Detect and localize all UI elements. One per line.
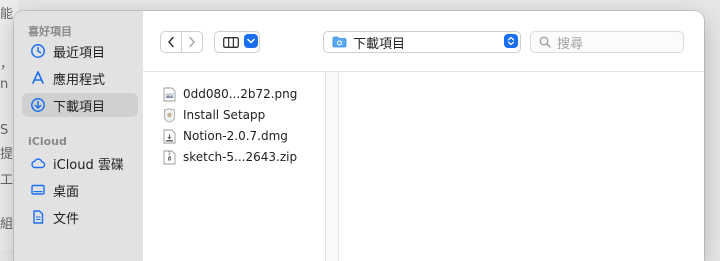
search-icon xyxy=(539,36,551,48)
image-file-icon xyxy=(163,87,176,101)
back-button[interactable] xyxy=(160,31,182,53)
background-text: 工 xyxy=(0,173,14,188)
favorites-section-title: 喜好項目 xyxy=(28,25,72,38)
sidebar-item-desktop[interactable]: 桌面 xyxy=(22,178,138,202)
view-mode-dropdown[interactable] xyxy=(244,34,258,48)
search-field[interactable]: 搜尋 xyxy=(530,31,684,53)
sidebar-item-label: 最近項目 xyxy=(53,45,106,61)
document-icon xyxy=(30,209,46,225)
chevron-down-icon xyxy=(247,38,255,44)
clock-icon xyxy=(30,43,46,59)
location-popup[interactable]: 下載項目 xyxy=(323,31,521,53)
forward-button[interactable] xyxy=(181,31,203,53)
background-text: n xyxy=(0,77,9,92)
sidebar-item-documents[interactable]: 文件 xyxy=(22,205,138,229)
folder-icon xyxy=(332,36,347,48)
view-mode-button[interactable] xyxy=(214,31,260,53)
background-text: 提 xyxy=(0,147,14,162)
chevron-left-icon xyxy=(168,36,174,48)
applications-icon xyxy=(30,70,46,86)
file-name: Install Setapp xyxy=(183,108,266,122)
empty-column xyxy=(339,72,704,261)
sidebar-item-applications[interactable]: 應用程式 xyxy=(22,66,138,90)
download-icon xyxy=(30,97,46,113)
open-file-dialog: 喜好項目 最近項目 應用程式 下載項目 iCloud iCloud 雲碟 桌面 … xyxy=(14,11,704,261)
list-item[interactable]: Notion-2.0.7.dmg xyxy=(163,126,288,146)
sidebar-item-label: iCloud 雲碟 xyxy=(53,157,124,173)
background-text: ， xyxy=(0,57,14,72)
background-text: S xyxy=(0,123,9,138)
file-name: Notion-2.0.7.dmg xyxy=(183,129,288,143)
columns-icon xyxy=(223,36,239,48)
sidebar-item-label: 桌面 xyxy=(53,184,80,200)
background-text: 組 xyxy=(0,217,14,232)
sidebar-item-label: 文件 xyxy=(53,211,80,227)
installer-icon xyxy=(164,107,175,123)
sidebar-item-label: 應用程式 xyxy=(53,72,106,88)
sidebar: 喜好項目 最近項目 應用程式 下載項目 iCloud iCloud 雲碟 桌面 … xyxy=(14,11,143,261)
icloud-section-title: iCloud xyxy=(28,135,67,148)
sidebar-item-icloud-drive[interactable]: iCloud 雲碟 xyxy=(22,151,138,175)
sidebar-item-recents[interactable]: 最近項目 xyxy=(22,39,138,63)
file-column: 0dd080...2b72.png Install Setapp Notion-… xyxy=(143,72,326,261)
file-name: 0dd080...2b72.png xyxy=(183,87,298,101)
background-text: 能 xyxy=(0,7,14,22)
location-label: 下載項目 xyxy=(353,36,406,52)
desktop-icon xyxy=(30,182,46,198)
list-item[interactable]: 0dd080...2b72.png xyxy=(163,84,297,104)
up-down-chevron-icon xyxy=(507,36,515,46)
list-item[interactable]: Install Setapp xyxy=(163,105,265,125)
sidebar-item-label: 下載項目 xyxy=(53,99,106,115)
search-placeholder: 搜尋 xyxy=(557,36,584,52)
list-item[interactable]: sketch-5...2643.zip xyxy=(163,147,297,167)
disk-image-icon xyxy=(163,129,176,143)
column-divider[interactable] xyxy=(326,72,339,261)
location-chevron[interactable] xyxy=(504,34,518,48)
file-name: sketch-5...2643.zip xyxy=(183,150,298,164)
chevron-right-icon xyxy=(189,36,195,48)
cloud-icon xyxy=(30,155,46,171)
sidebar-item-downloads[interactable]: 下載項目 xyxy=(22,93,138,117)
zip-file-icon xyxy=(163,150,176,164)
toolbar: 下載項目 搜尋 xyxy=(143,11,704,72)
